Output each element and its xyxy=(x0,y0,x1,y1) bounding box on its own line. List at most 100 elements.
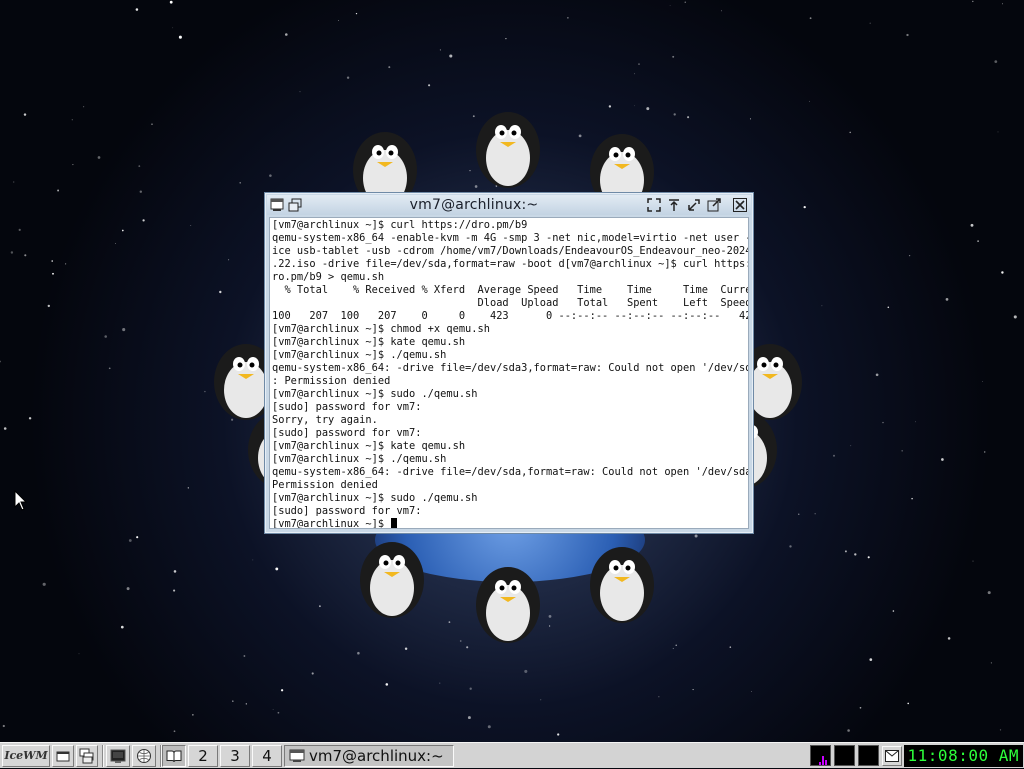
star xyxy=(1001,271,1004,274)
star xyxy=(983,451,986,453)
penguin-figure xyxy=(590,547,654,623)
terminal-cursor xyxy=(391,518,398,528)
cpu-monitor[interactable] xyxy=(809,745,831,766)
mail-icon xyxy=(884,749,899,762)
clock[interactable]: 11:08:00 AM xyxy=(903,744,1023,767)
star xyxy=(57,189,60,192)
show-desktop-icon xyxy=(56,751,70,761)
star xyxy=(945,298,949,301)
star xyxy=(173,730,176,733)
star xyxy=(272,709,274,711)
star xyxy=(285,33,288,36)
maximize-button[interactable] xyxy=(705,197,723,213)
star xyxy=(142,219,145,222)
penguin-figure xyxy=(476,567,540,643)
terminal-line: Dload Upload Total Spent Left Speed xyxy=(272,297,749,309)
workspace-2-button[interactable]: 2 xyxy=(188,744,218,767)
star xyxy=(906,33,909,37)
star xyxy=(275,567,279,571)
star xyxy=(869,658,873,661)
star xyxy=(108,367,111,370)
star xyxy=(941,458,944,461)
star xyxy=(357,651,360,655)
star xyxy=(977,240,979,242)
star xyxy=(687,116,690,119)
star xyxy=(18,228,21,231)
star xyxy=(646,107,650,111)
star xyxy=(540,699,542,701)
star xyxy=(23,113,27,116)
workspace-1-button[interactable] xyxy=(162,744,186,767)
show-desktop-button[interactable] xyxy=(52,744,74,767)
star xyxy=(675,644,677,646)
terminal-line: : Permission denied xyxy=(272,375,391,387)
mail-button[interactable] xyxy=(881,745,902,766)
star xyxy=(338,20,339,21)
start-label: IceWM xyxy=(4,749,48,762)
window-list-button[interactable] xyxy=(76,744,98,767)
network-monitor[interactable] xyxy=(833,745,855,766)
star xyxy=(104,335,107,338)
terminal-line: [sudo] password for vm7: xyxy=(272,427,422,439)
star xyxy=(882,421,884,424)
workspace-4-button[interactable]: 4 xyxy=(252,744,282,767)
terminal-line: [vm7@archlinux ~]$ chmod +x qemu.sh xyxy=(272,323,490,335)
star xyxy=(869,22,871,24)
star xyxy=(982,381,983,383)
terminal-window[interactable]: vm7@archlinux:~ [vm7@archlinux ~]$ curl … xyxy=(264,192,754,534)
star xyxy=(52,272,54,275)
star xyxy=(120,625,124,629)
terminal-line: [sudo] password for vm7: xyxy=(272,401,422,413)
close-icon xyxy=(733,198,747,212)
star xyxy=(311,672,314,675)
window-list-icon xyxy=(79,748,94,763)
star xyxy=(887,306,890,309)
star xyxy=(385,683,389,686)
star xyxy=(128,539,132,542)
star xyxy=(673,113,676,116)
star xyxy=(114,243,116,244)
window-restore-icon[interactable] xyxy=(287,197,303,213)
browser-launcher[interactable] xyxy=(132,744,156,767)
minimize-button[interactable] xyxy=(685,197,703,213)
terminal-icon xyxy=(110,749,126,763)
star xyxy=(346,76,350,79)
taskbar: IceWM 2 3 4 vm7@archlinux:~ 11:08:00 AM xyxy=(0,742,1024,768)
terminal-output[interactable]: [vm7@archlinux ~]$ curl https://dro.pm/b… xyxy=(269,217,749,529)
terminal-line: Permission denied xyxy=(272,479,378,491)
star xyxy=(548,625,551,627)
star xyxy=(83,106,85,108)
star xyxy=(875,373,879,377)
rollup-button[interactable] xyxy=(665,197,683,213)
window-titlebar[interactable]: vm7@archlinux:~ xyxy=(267,195,751,215)
window-menu-icon[interactable] xyxy=(269,197,285,213)
star xyxy=(65,263,67,265)
terminal-line: Sorry, try again. xyxy=(272,414,378,426)
task-button-terminal[interactable]: vm7@archlinux:~ xyxy=(284,744,454,767)
memory-monitor[interactable] xyxy=(857,745,879,766)
star xyxy=(987,591,991,595)
star xyxy=(474,185,478,188)
star xyxy=(243,655,246,657)
star xyxy=(428,84,431,87)
star xyxy=(71,119,73,121)
star xyxy=(3,427,7,430)
close-button[interactable] xyxy=(731,197,749,213)
star xyxy=(232,700,234,702)
start-button[interactable]: IceWM xyxy=(2,744,50,767)
star xyxy=(173,570,177,573)
fullscreen-button[interactable] xyxy=(645,197,663,213)
star xyxy=(908,254,911,257)
star xyxy=(169,0,173,4)
star xyxy=(299,91,301,93)
star xyxy=(867,556,870,559)
workspace-3-button[interactable]: 3 xyxy=(220,744,250,767)
star xyxy=(634,105,635,107)
star xyxy=(136,536,139,539)
star xyxy=(833,454,835,457)
star xyxy=(844,550,847,553)
star xyxy=(638,63,640,65)
star xyxy=(548,615,552,618)
star xyxy=(505,37,507,40)
terminal-launcher[interactable] xyxy=(106,744,130,767)
